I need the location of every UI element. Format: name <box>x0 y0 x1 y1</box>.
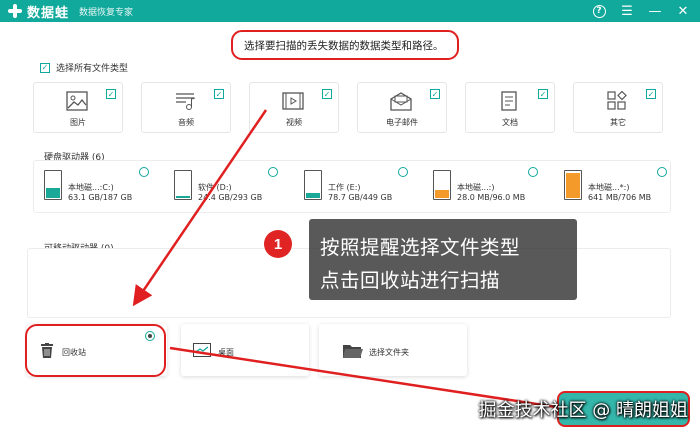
arrow-to-recycle-bin <box>132 109 268 307</box>
callout-line-1: 按照提醒选择文件类型 <box>320 236 521 259</box>
recycle-bin-highlight <box>25 324 166 377</box>
callout-line-2: 点击回收站进行扫描 <box>320 269 501 292</box>
watermark-text: 掘金技术社区 @ 晴朗姐姐 <box>478 400 688 421</box>
instruction-highlight <box>231 30 459 60</box>
step-number-badge: 1 <box>264 230 292 258</box>
